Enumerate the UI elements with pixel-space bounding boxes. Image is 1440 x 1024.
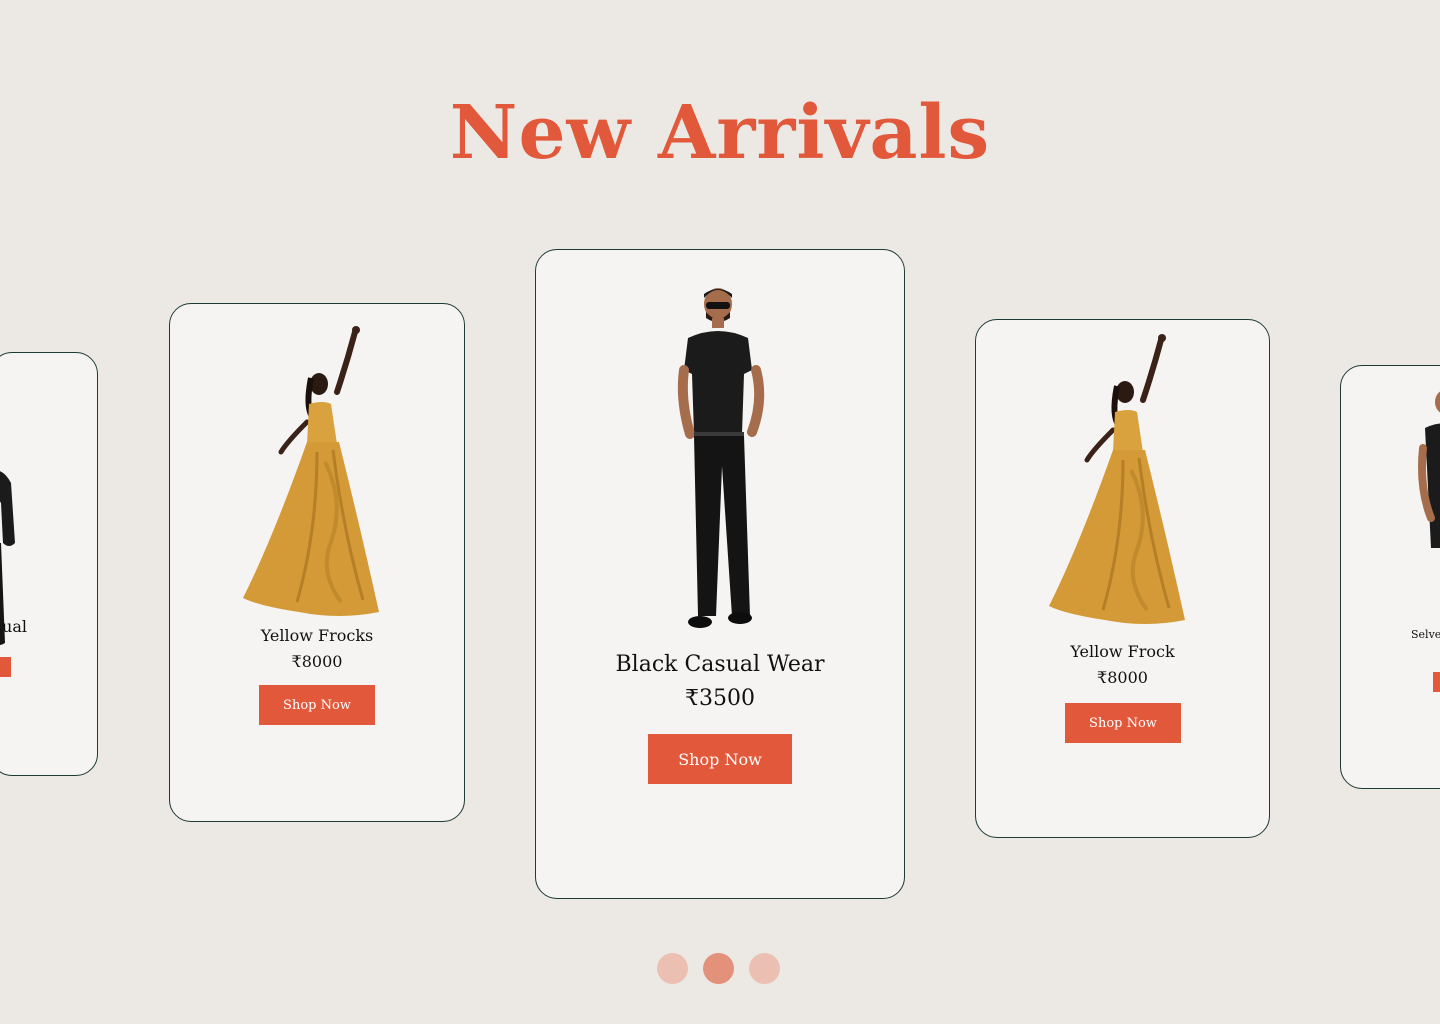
product-price: ₹8000: [291, 652, 343, 671]
product-card-black-casual-wear[interactable]: Black Casual Wear ₹3500 Shop Now: [535, 249, 905, 899]
product-card-yellow-frock[interactable]: Yellow Frock ₹8000 Shop Now: [975, 319, 1270, 838]
shop-now-button[interactable]: [0, 657, 11, 677]
carousel-dot-3[interactable]: [749, 953, 780, 984]
product-card-yellow-frocks[interactable]: Yellow Frocks ₹8000 Shop Now: [169, 303, 465, 822]
product-name: Selve: [1411, 628, 1440, 641]
shop-now-button[interactable]: [1433, 672, 1440, 692]
carousel-dot-1[interactable]: [657, 953, 688, 984]
product-name: Yellow Frock: [1070, 642, 1175, 661]
product-card-partial-left[interactable]: sual: [0, 352, 98, 776]
carousel-pagination: [657, 953, 787, 985]
product-name: Black Casual Wear: [615, 652, 825, 677]
product-image-man-black: [1411, 388, 1440, 568]
product-image-yellow-frock: [976, 330, 1269, 626]
product-image-yellow-frock: [170, 322, 464, 618]
page-title: New Arrivals: [449, 90, 991, 176]
product-price: ₹3500: [685, 686, 755, 711]
shop-now-button[interactable]: Shop Now: [259, 685, 375, 725]
shop-now-button[interactable]: Shop Now: [648, 734, 792, 784]
product-image-man-black: [536, 286, 904, 630]
product-name: sual: [0, 617, 27, 636]
product-price: ₹8000: [1097, 668, 1148, 687]
shop-now-button[interactable]: Shop Now: [1065, 703, 1181, 743]
carousel-dot-2[interactable]: [703, 953, 734, 984]
product-card-partial-right[interactable]: Selve: [1340, 365, 1440, 789]
product-name: Yellow Frocks: [260, 626, 374, 645]
